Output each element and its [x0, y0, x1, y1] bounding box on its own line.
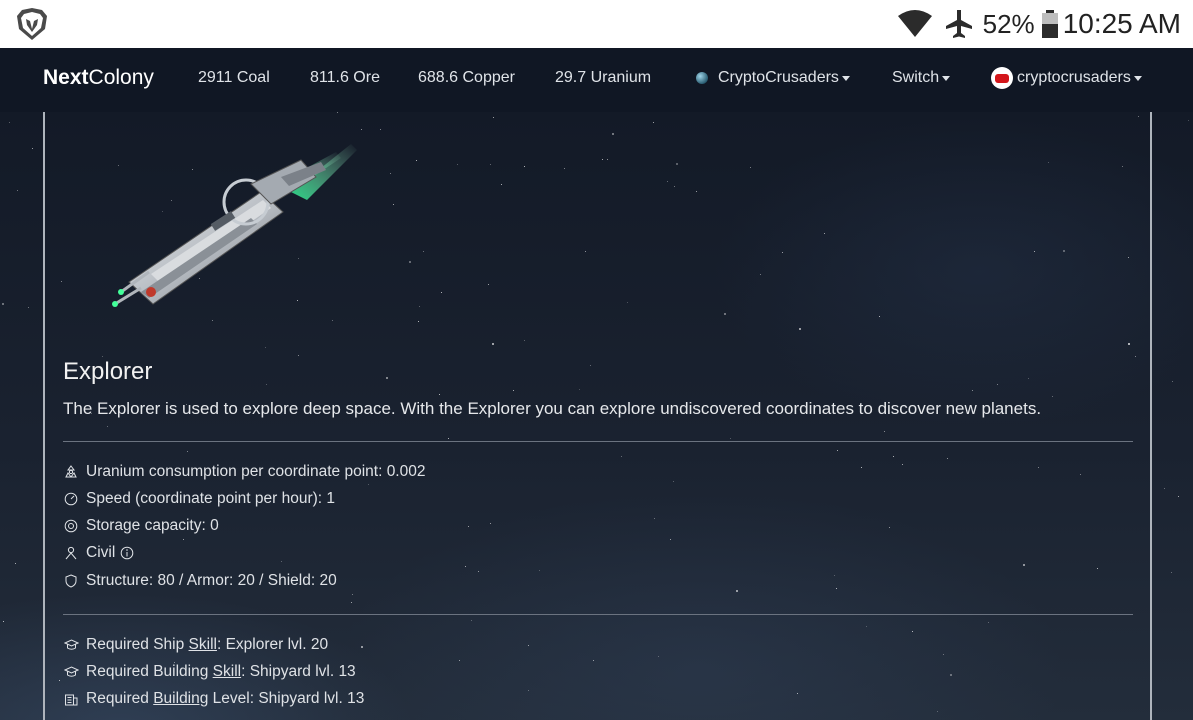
switch-dropdown[interactable]: Switch [892, 69, 951, 87]
speedometer-icon [63, 491, 79, 507]
star [28, 307, 29, 308]
spec-uranium: Uranium consumption per coordinate point… [63, 463, 425, 481]
resource-copper[interactable]: 688.6 Copper [418, 69, 515, 87]
requirement-building-skill: Required Building Skill : Shipyard lvl. … [63, 663, 356, 681]
spec-speed-text: Speed (coordinate point per hour): 1 [86, 490, 336, 507]
wifi-icon [897, 10, 932, 37]
divider [63, 614, 1133, 615]
user-dropdown[interactable]: cryptocrusaders [991, 67, 1142, 89]
caret-down-icon [841, 75, 850, 81]
req-text-post: : Shipyard lvl. 13 [241, 663, 356, 680]
planet-icon [696, 72, 708, 84]
divider [63, 441, 1133, 442]
clock: 10:25 AM [1062, 8, 1181, 39]
star [17, 190, 18, 191]
battery-icon [1041, 10, 1058, 38]
star [9, 122, 10, 123]
brand-logo[interactable]: NextColony [43, 66, 154, 90]
info-icon[interactable] [120, 546, 134, 560]
req-text-post: : Explorer lvl. 20 [216, 636, 329, 653]
shield-icon [63, 573, 79, 589]
spec-stats-text: Structure: 80 / Armor: 20 / Shield: 20 [86, 572, 337, 589]
graduation-cap-icon [63, 637, 79, 653]
ship-title: Explorer [63, 358, 153, 385]
top-navbar: NextColony 2911 Coal 811.6 Ore 688.6 Cop… [0, 48, 1193, 112]
star [3, 621, 4, 622]
req-text-pre: Required [86, 690, 154, 707]
brand-rest: Colony [88, 66, 154, 89]
star [15, 563, 16, 564]
spec-speed: Speed (coordinate point per hour): 1 [63, 490, 335, 508]
planet-dropdown[interactable]: CryptoCrusaders [696, 69, 850, 87]
req-text-post: Level: Shipyard lvl. 13 [208, 690, 365, 707]
avatar [991, 67, 1013, 89]
caret-down-icon [942, 75, 951, 81]
spec-type: Civil [63, 544, 134, 562]
star [1172, 381, 1173, 382]
skill-link[interactable]: Skill [189, 636, 217, 654]
building-icon [63, 691, 79, 707]
switch-label: Switch [892, 69, 940, 86]
building-link[interactable]: Building [153, 690, 208, 708]
star [2, 303, 4, 305]
req-text-pre: Required Ship [86, 636, 189, 653]
planet-name: CryptoCrusaders [718, 69, 839, 86]
skill-link[interactable]: Skill [213, 663, 241, 681]
resource-coal[interactable]: 2911 Coal [198, 69, 270, 87]
space-background: Explorer The Explorer is used to explore… [0, 112, 1193, 720]
caret-down-icon [1133, 75, 1142, 81]
star [1178, 496, 1179, 497]
req-text-pre: Required Building [86, 663, 213, 680]
person-icon [63, 545, 79, 561]
spec-uranium-text: Uranium consumption per coordinate point… [86, 463, 426, 480]
star [32, 148, 33, 149]
radiation-icon [63, 464, 79, 480]
resource-ore[interactable]: 811.6 Ore [310, 69, 380, 87]
battery-percent: 52% [982, 8, 1035, 39]
star [1164, 488, 1165, 489]
spec-storage: Storage capacity: 0 [63, 517, 219, 535]
star [1188, 120, 1189, 121]
resource-uranium[interactable]: 29.7 Uranium [555, 69, 651, 87]
storage-icon [63, 518, 79, 534]
explorer-ship-image [112, 144, 357, 307]
star [1171, 572, 1172, 573]
brave-lion-icon[interactable] [16, 7, 48, 41]
spec-stats: Structure: 80 / Armor: 20 / Shield: 20 [63, 572, 337, 590]
ship-detail-panel: Explorer The Explorer is used to explore… [43, 112, 1152, 720]
requirement-building-level: Required Building Level: Shipyard lvl. 1… [63, 690, 364, 708]
airplane-icon [945, 10, 972, 38]
system-status-bar: 52% 10:25 AM [0, 0, 1193, 48]
ship-description: The Explorer is used to explore deep spa… [63, 399, 1042, 418]
brand-bold: Next [43, 66, 89, 89]
spec-type-text: Civil [86, 544, 116, 561]
graduation-cap-icon [63, 664, 79, 680]
user-name: cryptocrusaders [1017, 69, 1131, 86]
spec-storage-text: Storage capacity: 0 [86, 517, 219, 534]
requirement-ship-skill: Required Ship Skill : Explorer lvl. 20 [63, 636, 328, 654]
